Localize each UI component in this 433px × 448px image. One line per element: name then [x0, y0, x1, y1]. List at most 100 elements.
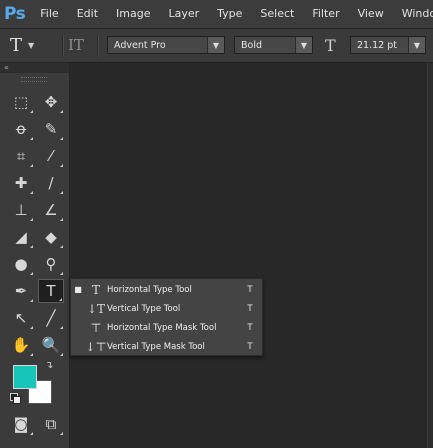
selected-bullet-icon: ■ — [74, 285, 82, 294]
flyout-indicator-icon — [30, 218, 33, 221]
move-tool-icon: ✥ — [44, 93, 58, 111]
menu-filter[interactable]: Filter — [303, 0, 348, 28]
dodge-tool-icon: ⚲ — [45, 255, 57, 273]
path-selection-tool-button[interactable]: ↖ — [8, 306, 34, 330]
zoom-tool-button[interactable]: 🔍 — [38, 333, 64, 357]
flyout-item-vertical-type-tool[interactable]: ↓T Vertical Type Tool T — [71, 299, 262, 318]
horizontal-type-icon: T — [91, 282, 100, 297]
crop-tool-icon: ⌗ — [16, 147, 26, 165]
flyout-indicator-icon — [60, 218, 63, 221]
menu-layer[interactable]: Layer — [159, 0, 208, 28]
shortcut-key: T — [247, 341, 253, 352]
flyout-indicator-icon — [30, 137, 33, 140]
flyout-indicator-icon — [30, 164, 33, 167]
lasso-tool-button[interactable]: ꝋ — [8, 117, 34, 141]
pen-tool-button[interactable]: ✒ — [8, 279, 34, 303]
chevron-down-icon: ▼ — [28, 40, 35, 50]
flyout-indicator-icon — [30, 326, 33, 329]
screen-mode-button[interactable]: ⧉ — [38, 412, 64, 436]
quick-selection-tool-icon: ✎ — [44, 120, 58, 138]
hand-tool-icon: ✋ — [11, 336, 31, 354]
dodge-tool-button[interactable]: ⚲ — [38, 252, 64, 276]
divider — [62, 35, 64, 57]
panel-edge — [427, 63, 433, 448]
menu-image[interactable]: Image — [107, 0, 159, 28]
document-canvas-area[interactable] — [70, 63, 433, 448]
lasso-tool-icon: ꝋ — [15, 120, 27, 138]
font-family-select[interactable]: Advent Pro ▼ — [107, 36, 225, 54]
eraser-tool-button[interactable]: ◢ — [8, 225, 34, 249]
flyout-item-horizontal-type-tool[interactable]: ■ T Horizontal Type Tool T — [71, 280, 262, 299]
pen-tool-icon: ✒ — [14, 282, 28, 300]
font-size-select[interactable]: 21.12 pt ▼ — [350, 36, 426, 54]
spot-healing-brush-tool-button[interactable]: ✚ — [8, 171, 34, 195]
blur-tool-button[interactable]: ● — [8, 252, 34, 276]
font-family-value: Advent Pro — [114, 39, 166, 51]
type-tool-icon: T — [46, 282, 56, 300]
line-tool-button[interactable]: ╱ — [38, 306, 64, 330]
flyout-item-horizontal-type-mask-tool[interactable]: ⊤ Horizontal Type Mask Tool T — [71, 318, 262, 337]
flyout-indicator-icon — [60, 432, 63, 435]
flyout-indicator-icon — [60, 110, 63, 113]
chevron-down-icon: ▼ — [295, 37, 312, 53]
menu-select[interactable]: Select — [251, 0, 303, 28]
type-tool-button[interactable]: T — [38, 279, 64, 303]
flyout-item-label: Vertical Type Mask Tool — [107, 341, 205, 352]
history-brush-tool-button[interactable]: ∠ — [38, 198, 64, 222]
flyout-indicator-icon — [60, 353, 63, 356]
shortcut-key: T — [247, 322, 253, 333]
flyout-indicator-icon — [30, 299, 33, 302]
rectangular-marquee-tool-icon: ⬚ — [13, 93, 29, 111]
crop-tool-button[interactable]: ⌗ — [8, 144, 34, 168]
move-tool-button[interactable]: ✥ — [38, 90, 64, 114]
quick-mask-mode-button[interactable]: ◙ — [8, 412, 34, 436]
chevron-down-icon: ▼ — [207, 37, 224, 53]
screen-mode-icon: ⧉ — [45, 415, 57, 433]
shortcut-key: T — [247, 284, 253, 295]
menu-type[interactable]: Type — [208, 0, 251, 28]
default-colors-icon[interactable] — [10, 393, 21, 404]
font-style-select[interactable]: Bold ▼ — [234, 36, 313, 54]
menu-file[interactable]: File — [31, 0, 67, 28]
shortcut-key: T — [247, 303, 253, 314]
flyout-indicator-icon — [30, 432, 33, 435]
font-size-value: 21.12 pt — [357, 39, 397, 51]
brush-tool-button[interactable]: ∕ — [38, 171, 64, 195]
flyout-indicator-icon — [59, 298, 62, 301]
line-tool-icon: ╱ — [46, 309, 56, 327]
flyout-indicator-icon — [60, 326, 63, 329]
swap-colors-icon[interactable]: ↴ — [45, 360, 53, 371]
flyout-item-vertical-type-mask-tool[interactable]: ↓⊤ Vertical Type Mask Tool T — [71, 337, 262, 356]
toggle-text-orientation-icon[interactable]: IT — [68, 36, 90, 56]
menu-window[interactable]: Window — [393, 0, 433, 28]
flyout-item-label: Vertical Type Tool — [107, 303, 181, 314]
blur-tool-icon: ● — [14, 255, 28, 273]
clone-stamp-tool-icon: ⊥ — [14, 201, 28, 219]
toolbox-grip[interactable] — [21, 77, 47, 82]
menu-view[interactable]: View — [349, 0, 393, 28]
collapse-toolbox-button[interactable]: « — [0, 63, 69, 73]
type-tool-flyout-menu: ■ T Horizontal Type Tool T ↓T Vertical T… — [70, 278, 263, 356]
font-size-icon: T — [325, 36, 336, 55]
spot-healing-brush-tool-icon: ✚ — [14, 174, 28, 192]
foreground-color-swatch[interactable] — [13, 365, 37, 389]
vertical-type-icon: ↓T — [86, 301, 106, 316]
paint-bucket-tool-button[interactable]: ◆ — [38, 225, 64, 249]
divider — [97, 35, 99, 57]
chevron-down-icon: ▼ — [408, 37, 425, 53]
eraser-tool-icon: ◢ — [15, 228, 27, 246]
hand-tool-button[interactable]: ✋ — [8, 333, 34, 357]
photoshop-logo: Ps — [4, 4, 26, 24]
flyout-indicator-icon — [60, 272, 63, 275]
flyout-indicator-icon — [60, 245, 63, 248]
quick-selection-tool-button[interactable]: ✎ — [38, 117, 64, 141]
options-bar: T ▼ IT Advent Pro ▼ Bold ▼ T 21.12 pt ▼ — [0, 29, 433, 63]
menu-edit[interactable]: Edit — [68, 0, 107, 28]
flyout-indicator-icon — [60, 137, 63, 140]
clone-stamp-tool-button[interactable]: ⊥ — [8, 198, 34, 222]
tool-preset-picker[interactable]: T ▼ — [10, 35, 62, 56]
rectangular-marquee-tool-button[interactable]: ⬚ — [8, 90, 34, 114]
flyout-indicator-icon — [60, 191, 63, 194]
eyedropper-tool-button[interactable]: ⁄ — [38, 144, 64, 168]
flyout-indicator-icon — [30, 272, 33, 275]
